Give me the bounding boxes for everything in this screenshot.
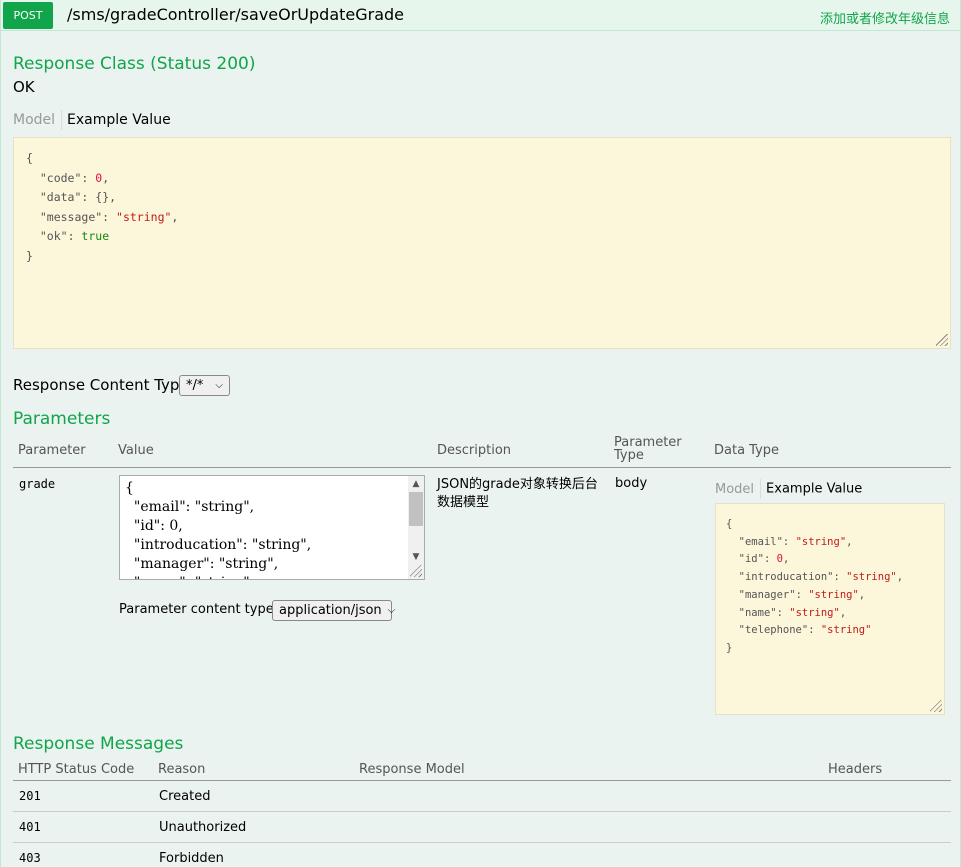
code-key: "code" — [39, 170, 82, 185]
scroll-thumb[interactable] — [409, 492, 423, 526]
code-value: {} — [95, 190, 110, 204]
response-messages-heading: Response Messages — [13, 734, 184, 754]
response-model-tabs: Model Example Value — [13, 110, 171, 130]
resize-handle[interactable] — [936, 334, 948, 346]
param-value-textarea[interactable]: { "email": "string", "id": 0, "introduca… — [119, 475, 425, 580]
status-reason: Forbidden — [159, 851, 224, 866]
code-value: 0 — [776, 553, 783, 566]
col-reason: Reason — [158, 762, 206, 777]
response-example-code[interactable]: { "code": 0, "data": {}, "message": "str… — [13, 137, 951, 349]
col-description: Description — [437, 443, 512, 458]
col-parameter: Parameter — [18, 443, 86, 458]
scroll-up-icon[interactable]: ▲ — [408, 476, 424, 492]
divider — [13, 780, 951, 781]
code-value: "string" — [808, 588, 859, 601]
code-value: "string" — [116, 209, 172, 224]
col-headers: Headers — [828, 762, 883, 777]
col-data-type: Data Type — [714, 443, 780, 458]
code-key: "message" — [39, 209, 103, 224]
response-class-heading: Response Class (Status 200) — [13, 54, 256, 74]
code-line: "email": "string", — [738, 535, 853, 548]
tab-example-value[interactable]: Example Value — [67, 112, 171, 128]
col-parameter-type: Parameter Type — [614, 436, 682, 462]
param-model-tabs: Model Example Value — [715, 479, 862, 499]
code-value: "string" — [820, 624, 872, 637]
code-line: "manager": "string", — [738, 588, 866, 601]
code-key: "manager" — [738, 588, 796, 601]
code-value: "string" — [795, 535, 847, 548]
param-content-type-select[interactable]: application/json ⌵ — [272, 600, 395, 621]
operation-header[interactable]: POST /sms/gradeController/saveOrUpdateGr… — [1, 0, 960, 31]
code-line: { — [26, 151, 33, 165]
textarea-scrollbar[interactable]: ▲ ▼ — [408, 476, 424, 579]
code-key: "ok" — [39, 229, 68, 243]
code-key: "telephone" — [738, 624, 809, 637]
status-code: 403 — [19, 851, 41, 865]
code-key: "data" — [39, 190, 82, 204]
status-code: 401 — [19, 820, 41, 834]
code-line: "message": "string", — [39, 209, 179, 224]
chevron-down-icon: ⌵ — [215, 380, 223, 391]
select-value: application/json — [279, 603, 382, 618]
code-line: } — [726, 641, 733, 654]
scroll-down-icon[interactable]: ▼ — [408, 549, 424, 565]
status-reason: Unauthorized — [159, 820, 247, 835]
param-type: body — [615, 476, 648, 491]
code-key: "email" — [738, 535, 783, 548]
code-value: "string" — [789, 606, 840, 619]
tab-model[interactable]: Model — [715, 482, 760, 497]
code-value: true — [81, 229, 110, 243]
code-value: 0 — [95, 170, 103, 185]
code-key: "id" — [738, 553, 764, 566]
operation-panel: POST /sms/gradeController/saveOrUpdateGr… — [0, 0, 961, 867]
response-status-text: OK — [13, 78, 35, 96]
status-reason: Created — [159, 789, 211, 804]
col-value: Value — [118, 443, 154, 458]
tab-example-value[interactable]: Example Value — [766, 482, 862, 497]
code-line: "introducation": "string", — [738, 571, 904, 584]
row-divider — [13, 811, 951, 812]
code-line: "id": 0, — [738, 553, 790, 566]
code-line: "code": 0, — [39, 170, 110, 185]
param-name: grade — [19, 477, 56, 491]
method-badge[interactable]: POST — [3, 2, 53, 29]
col-http-status-code: HTTP Status Code — [18, 762, 135, 777]
param-description: JSON的grade对象转换后台数据模型 — [437, 477, 598, 510]
operation-summary[interactable]: 添加或者修改年级信息 — [820, 8, 950, 27]
resize-handle[interactable] — [410, 565, 422, 577]
code-key: "introducation" — [738, 571, 834, 584]
select-value: */* — [186, 378, 204, 393]
chevron-down-icon: ⌵ — [387, 605, 396, 616]
code-line: "data": {}, — [39, 190, 117, 204]
row-divider — [13, 842, 951, 843]
tab-model[interactable]: Model — [13, 112, 61, 128]
code-line: "name": "string", — [738, 606, 847, 619]
resize-handle[interactable] — [930, 700, 942, 712]
param-example-code[interactable]: { "email": "string", "id": 0, "introduca… — [715, 503, 945, 715]
code-line: "ok": true — [39, 229, 110, 243]
col-response-model: Response Model — [359, 762, 465, 777]
col-parameter-type-line2: Type — [614, 448, 644, 463]
code-key: "name" — [738, 606, 777, 619]
parameters-heading: Parameters — [13, 409, 111, 429]
endpoint-path[interactable]: /sms/gradeController/saveOrUpdateGrade — [67, 5, 404, 24]
divider — [13, 467, 951, 468]
response-content-type-select[interactable]: */* ⌵ — [179, 375, 230, 396]
code-line: "telephone": "string" — [738, 624, 872, 637]
response-content-type-label: Response Content Type — [13, 376, 189, 394]
code-line: } — [26, 248, 33, 263]
code-line: { — [726, 518, 733, 530]
param-content-type-label: Parameter content type: — [119, 602, 279, 617]
code-value: "string" — [846, 571, 897, 584]
status-code: 201 — [19, 789, 41, 803]
